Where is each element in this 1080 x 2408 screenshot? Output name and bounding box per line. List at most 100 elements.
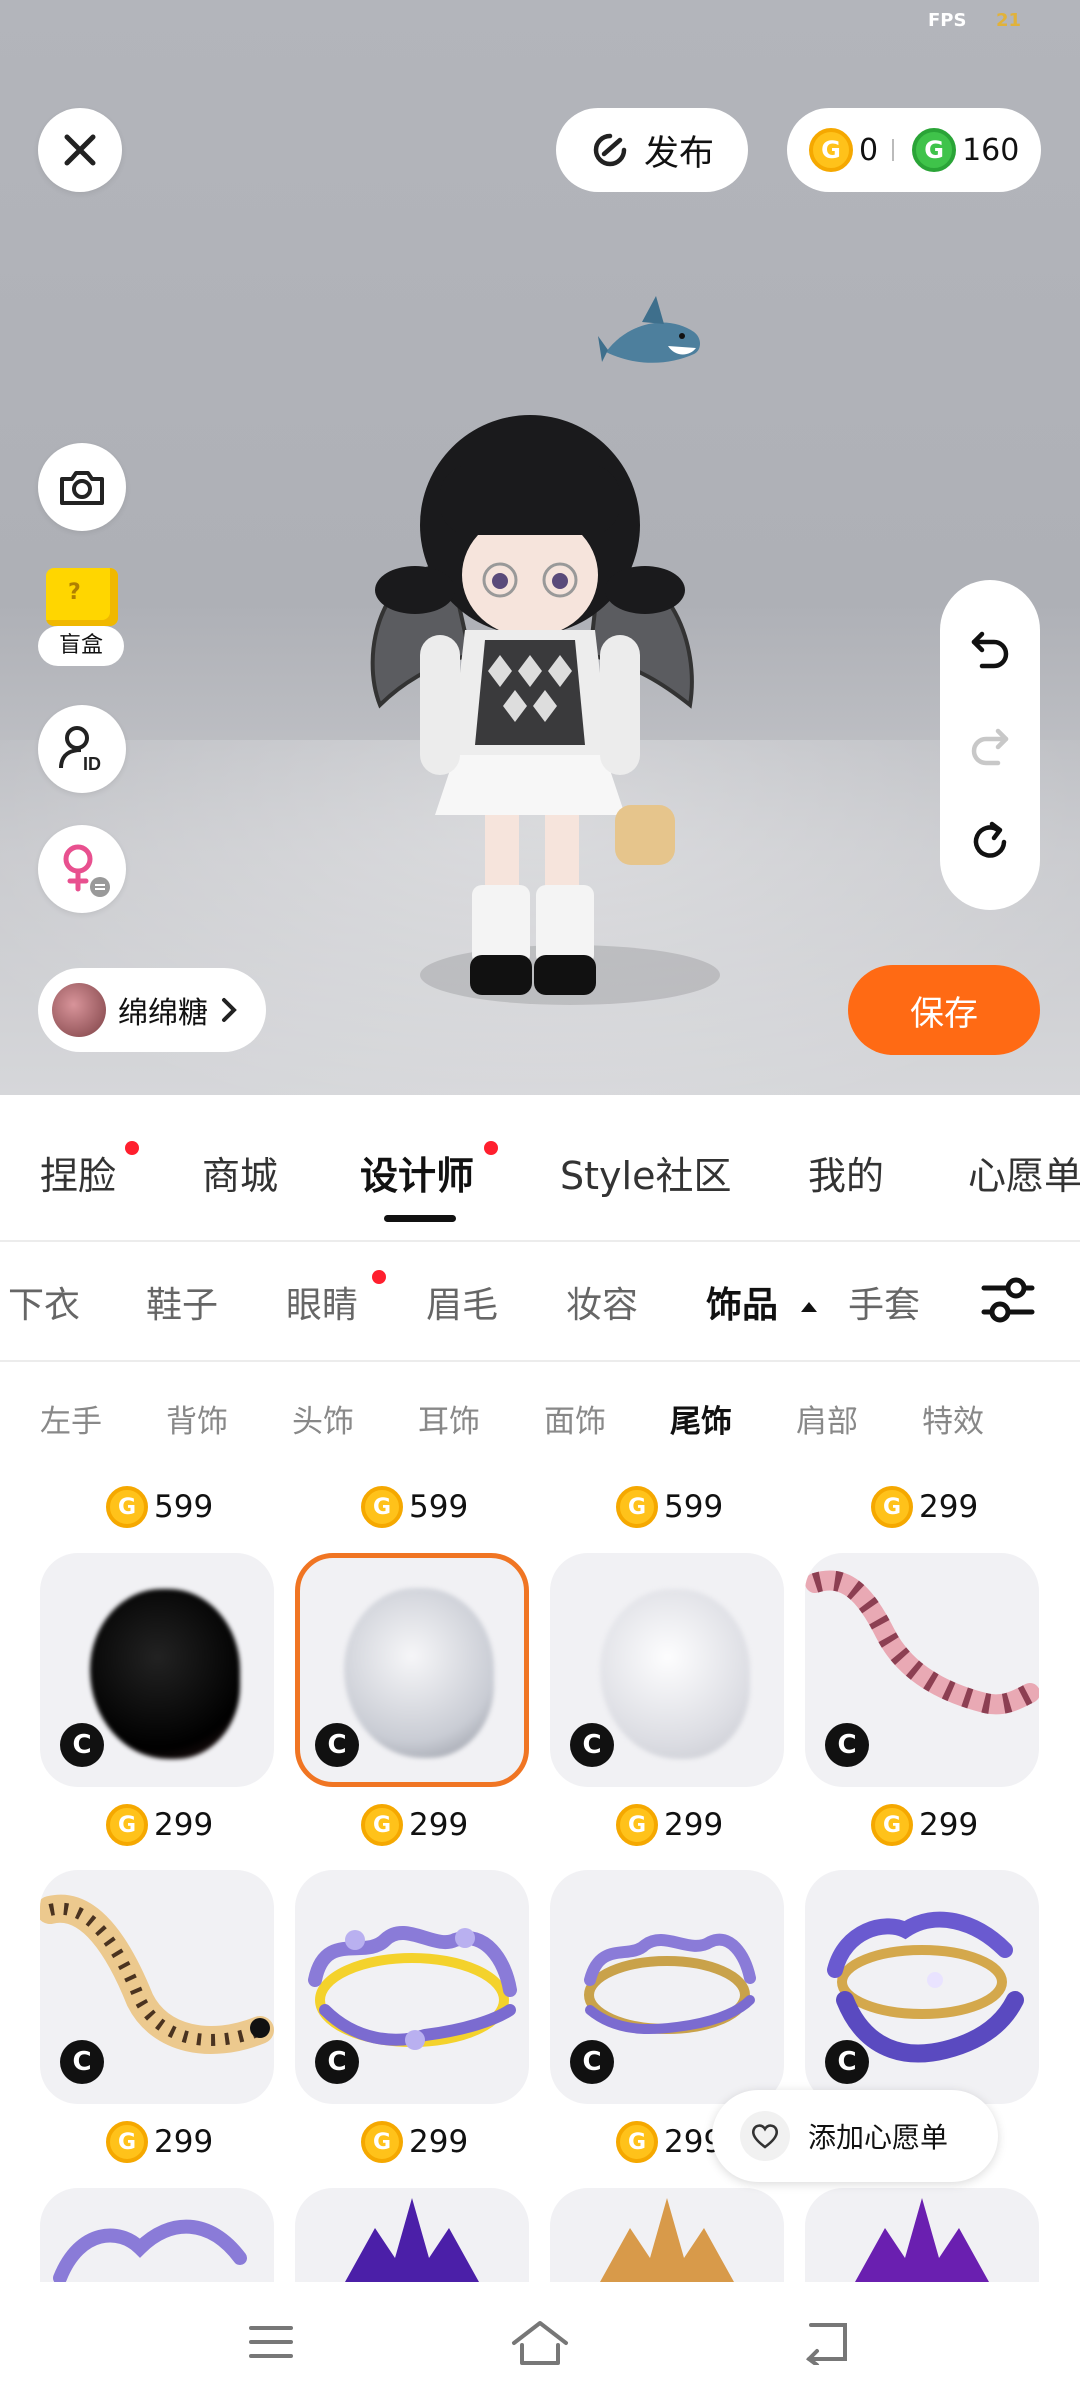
profile-selector[interactable]: 绵绵糖 xyxy=(38,968,266,1052)
menu-button[interactable] xyxy=(236,2312,306,2372)
camera-button[interactable] xyxy=(38,443,126,531)
sub-back[interactable]: 背饰 xyxy=(166,1396,228,1441)
item-thumbnail xyxy=(53,2219,247,2282)
sub-shoulder[interactable]: 肩部 xyxy=(796,1396,858,1441)
sub-tail[interactable]: 尾饰 xyxy=(670,1396,732,1441)
female-swap-icon xyxy=(63,844,110,897)
gold-coin-icon: G xyxy=(106,1486,148,1528)
gold-coin-icon: G xyxy=(361,1804,403,1846)
price-tag: G 299 xyxy=(106,2117,213,2167)
add-to-wishlist-button[interactable]: 添加心愿单 xyxy=(712,2090,998,2182)
category-eyes[interactable]: 眼睛 xyxy=(286,1276,358,1328)
gender-switch-button[interactable] xyxy=(38,825,126,913)
blind-box-button[interactable]: ? 盲盒 xyxy=(38,568,128,668)
system-nav-bar xyxy=(0,2282,1080,2408)
green-balance: 160 xyxy=(962,132,1020,168)
sub-face[interactable]: 面饰 xyxy=(544,1396,606,1441)
gold-coin-icon: G xyxy=(616,1804,658,1846)
tab-designer-badge xyxy=(484,1141,498,1155)
item-card-leopard-tail[interactable]: C xyxy=(40,1870,274,2104)
gold-coin-icon: G xyxy=(361,1486,403,1528)
gold-coin-icon: G xyxy=(616,2121,658,2163)
main-tab-bar: 捏脸 商城 设计师 Style社区 我的 心愿单 xyxy=(0,1095,1080,1240)
gold-coin-icon: G xyxy=(616,1486,658,1528)
item-thumbnail xyxy=(855,2198,989,2282)
redo-icon[interactable] xyxy=(968,723,1012,767)
currency-divider xyxy=(892,139,895,161)
camera-icon xyxy=(60,471,104,505)
chevron-right-icon xyxy=(222,998,237,1022)
item-card-partial[interactable] xyxy=(805,2188,1039,2282)
item-card-white-translucent-tail[interactable]: C xyxy=(550,1553,784,1787)
profile-name: 绵绵糖 xyxy=(118,996,208,1031)
creator-badge: C xyxy=(315,1723,359,1767)
category-makeup[interactable]: 妆容 xyxy=(566,1276,638,1328)
gold-coin-icon: G xyxy=(871,1486,913,1528)
item-card-pink-striped-tail[interactable]: C xyxy=(805,1553,1039,1787)
item-thumbnail xyxy=(344,1588,494,1758)
gold-balance: 0 xyxy=(859,132,879,168)
tab-mall[interactable]: 商城 xyxy=(202,1145,278,1200)
blind-box-label: 盲盒 xyxy=(38,626,124,666)
home-icon xyxy=(512,2321,568,2365)
gold-coin-icon: G xyxy=(106,1804,148,1846)
category-gloves[interactable]: 手套 xyxy=(848,1276,920,1328)
avatar xyxy=(52,983,106,1037)
currency-balance[interactable]: G 0 G 160 xyxy=(787,108,1041,192)
creator-badge: C xyxy=(315,2040,359,2084)
close-button[interactable] xyxy=(38,108,122,192)
tab-designer[interactable]: 设计师 xyxy=(360,1145,474,1200)
avatar-3d-viewport[interactable]: FPS 21 发布 G 0 G 160 ? 盲盒 ID 绵绵糖 保存 xyxy=(0,0,1080,1095)
avatar-id-button[interactable]: ID xyxy=(38,705,126,793)
item-thumbnail xyxy=(90,1589,240,1759)
save-button[interactable]: 保存 xyxy=(848,965,1040,1055)
fps-value: 21 xyxy=(996,10,1022,31)
item-card-white-fluffy-tail[interactable]: C xyxy=(295,1553,529,1787)
tab-face-badge xyxy=(125,1141,139,1155)
category-shoes[interactable]: 鞋子 xyxy=(146,1276,218,1328)
category-bottoms[interactable]: 下衣 xyxy=(8,1276,80,1328)
category-eyebrows[interactable]: 眉毛 xyxy=(426,1276,498,1328)
filter-sliders-icon[interactable] xyxy=(980,1274,1036,1326)
sub-effects[interactable]: 特效 xyxy=(922,1396,984,1441)
sub-left-hand[interactable]: 左手 xyxy=(40,1396,102,1441)
blind-box-icon: ? xyxy=(46,568,118,626)
item-card-partial[interactable] xyxy=(295,2188,529,2282)
green-coin-icon: G xyxy=(912,128,957,172)
item-card-black-fluffy-tail[interactable]: C xyxy=(40,1553,274,1787)
category-accessories[interactable]: 饰品 xyxy=(706,1276,819,1328)
price-tag: G 599 xyxy=(616,1482,723,1532)
undo-icon[interactable] xyxy=(968,626,1012,670)
price-tag: G 299 xyxy=(361,1800,468,1850)
active-tab-indicator xyxy=(384,1215,456,1222)
sub-head[interactable]: 头饰 xyxy=(292,1396,354,1441)
tab-style-community[interactable]: Style社区 xyxy=(560,1145,731,1200)
fps-label: FPS xyxy=(928,10,967,31)
gold-coin-icon: G xyxy=(871,1804,913,1846)
item-card-partial[interactable] xyxy=(550,2188,784,2282)
svg-text:ID: ID xyxy=(83,754,101,774)
avatar-character xyxy=(370,415,720,1005)
item-thumbnail xyxy=(345,2198,479,2282)
price-tag: G 299 xyxy=(106,1800,213,1850)
home-button[interactable] xyxy=(505,2312,575,2372)
avatar-id-icon: ID xyxy=(59,726,101,774)
reset-icon[interactable] xyxy=(968,820,1012,864)
publish-button[interactable]: 发布 xyxy=(556,108,748,192)
gold-coin-icon: G xyxy=(809,128,853,172)
publish-icon xyxy=(593,133,627,167)
item-card-purple-floral-halo-blue[interactable]: C xyxy=(805,1870,1039,2104)
creator-badge: C xyxy=(60,1723,104,1767)
menu-icon xyxy=(249,2326,293,2358)
back-icon xyxy=(805,2323,847,2365)
price-tag: G 299 xyxy=(871,1482,978,1532)
back-button[interactable] xyxy=(790,2312,860,2372)
tab-mine[interactable]: 我的 xyxy=(808,1145,884,1200)
tab-face[interactable]: 捏脸 xyxy=(40,1145,116,1200)
sub-ear[interactable]: 耳饰 xyxy=(418,1396,480,1441)
creator-badge: C xyxy=(570,2040,614,2084)
item-card-purple-floral-halo-gold[interactable]: C xyxy=(550,1870,784,2104)
item-card-purple-floral-halo-yellow[interactable]: C xyxy=(295,1870,529,2104)
item-card-partial[interactable] xyxy=(40,2188,274,2282)
tab-wishlist[interactable]: 心愿单 xyxy=(968,1145,1080,1200)
